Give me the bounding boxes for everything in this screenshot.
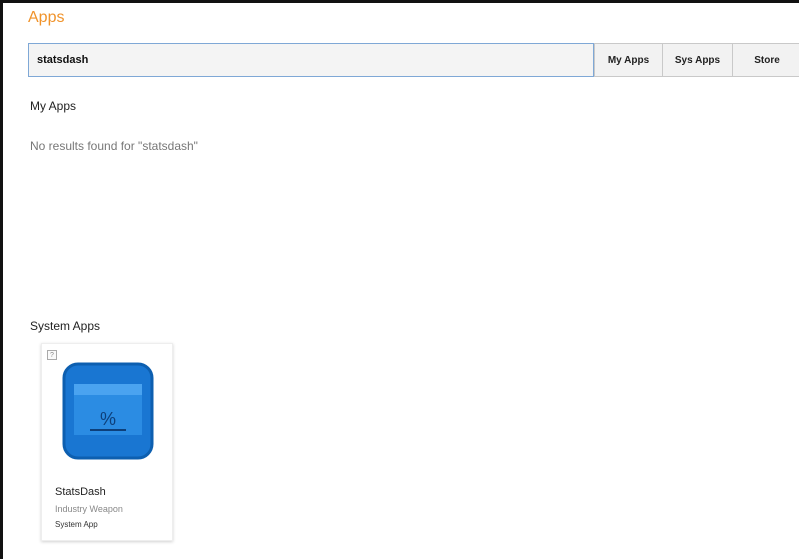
search-input[interactable] — [28, 43, 594, 77]
help-icon[interactable]: ? — [47, 350, 57, 360]
apps-window: Apps My Apps Sys Apps Store My Apps No r… — [0, 0, 799, 559]
tab-store[interactable]: Store — [733, 43, 799, 77]
tab-my-apps[interactable]: My Apps — [594, 43, 663, 77]
tab-sys-apps[interactable]: Sys Apps — [663, 43, 733, 77]
no-results-message: No results found for "statsdash" — [30, 139, 198, 153]
search-bar: My Apps Sys Apps Store — [28, 43, 799, 77]
app-type-label: System App — [55, 520, 98, 529]
my-apps-heading: My Apps — [30, 99, 77, 113]
percent-panel-icon: % — [62, 362, 154, 460]
page-title: Apps — [28, 9, 65, 26]
system-apps-heading: System Apps — [30, 319, 101, 333]
app-name: StatsDash — [55, 486, 106, 498]
app-card-statsdash[interactable]: ? % StatsDash Industry Weapon System App — [41, 343, 173, 541]
app-company: Industry Weapon — [55, 504, 123, 514]
svg-text:%: % — [100, 409, 116, 429]
